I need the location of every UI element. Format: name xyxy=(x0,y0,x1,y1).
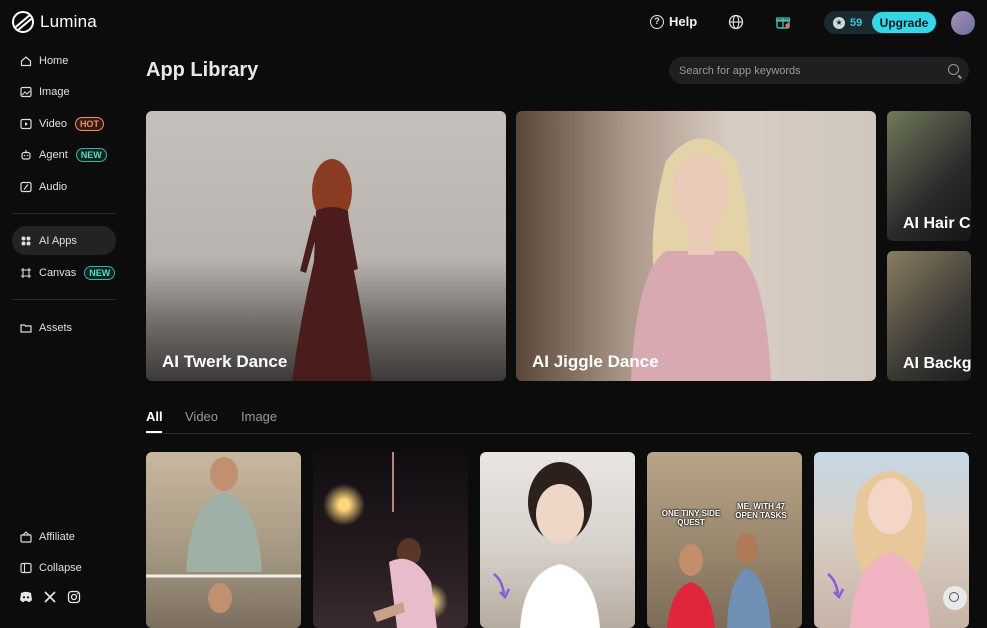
sidebar-item-label: AI Apps xyxy=(39,234,77,247)
sidebar-item-label: Home xyxy=(39,54,69,67)
credit-count: 59 xyxy=(850,16,863,29)
featured-card-hair-change[interactable]: AI Hair C xyxy=(887,111,971,241)
apps-icon xyxy=(20,235,32,247)
folder-icon xyxy=(20,322,32,334)
active-tab-indicator xyxy=(146,431,162,433)
sidebar-item-assets[interactable]: Assets xyxy=(12,313,116,342)
featured-card-jiggle-dance[interactable]: AI Jiggle Dance xyxy=(516,111,876,381)
x-icon[interactable] xyxy=(43,590,57,604)
search-input[interactable]: Search for app keywords xyxy=(669,57,969,84)
language-globe-icon[interactable] xyxy=(728,14,744,35)
new-badge: NEW xyxy=(75,147,107,162)
app-name: Lumina xyxy=(40,12,97,31)
sidebar-item-label: Collapse xyxy=(39,561,82,574)
new-badge: NEW xyxy=(84,265,116,280)
upgrade-button[interactable]: Upgrade xyxy=(872,12,936,33)
sidebar-divider xyxy=(12,213,116,214)
app-thumbnail[interactable]: ONE TINY SIDE QUEST ME, WITH 47 OPEN TAS… xyxy=(647,452,802,628)
hot-badge: HOT xyxy=(74,116,104,131)
sidebar-item-label: Agent xyxy=(39,148,68,161)
sidebar-item-affiliate[interactable]: Affiliate xyxy=(12,522,116,551)
tab-image[interactable]: Image xyxy=(241,409,277,424)
page-title: App Library xyxy=(146,59,259,81)
sidebar-item-agent[interactable]: Agent NEW xyxy=(12,140,116,169)
image-icon xyxy=(20,86,32,98)
agent-icon xyxy=(20,149,32,161)
card-title: AI Hair C xyxy=(903,215,971,232)
search-placeholder: Search for app keywords xyxy=(679,64,801,77)
canvas-icon xyxy=(20,267,32,279)
social-links xyxy=(19,590,81,604)
tab-video[interactable]: Video xyxy=(185,409,218,424)
sidebar-item-video[interactable]: Video HOT xyxy=(12,109,116,138)
user-avatar[interactable] xyxy=(951,11,975,35)
featured-card-background[interactable]: AI Backg xyxy=(887,251,971,381)
sidebar-item-image[interactable]: Image xyxy=(12,77,116,106)
collapse-icon xyxy=(20,562,32,574)
audio-icon xyxy=(20,181,32,193)
featured-card-twerk-dance[interactable]: AI Twerk Dance xyxy=(146,111,506,381)
video-icon xyxy=(20,118,32,130)
gift-icon[interactable] xyxy=(775,14,791,35)
main-content: App Library Search for app keywords AI T… xyxy=(130,45,987,628)
credit-coin-icon: ★ xyxy=(833,16,845,29)
tab-all[interactable]: All xyxy=(146,409,163,424)
thumbnail-image xyxy=(146,457,301,613)
category-tabs: All Video Image xyxy=(146,401,971,434)
thumbnail-image xyxy=(493,462,600,628)
sidebar-item-label: Audio xyxy=(39,180,68,193)
help-button[interactable]: ? Help xyxy=(650,14,697,29)
app-thumbnail[interactable] xyxy=(146,452,301,628)
search-icon[interactable] xyxy=(948,64,959,75)
affiliate-icon xyxy=(20,530,32,543)
card-title: AI Twerk Dance xyxy=(162,352,288,371)
help-label: Help xyxy=(669,14,698,29)
sidebar-item-home[interactable]: Home xyxy=(12,46,116,75)
sidebar-item-canvas[interactable]: Canvas NEW xyxy=(12,258,116,287)
app-thumbnail[interactable] xyxy=(313,452,468,628)
sidebar: Home Image Video HOT Agent NEW Audio AI … xyxy=(0,45,130,628)
app-logo[interactable]: Lumina xyxy=(12,11,97,33)
sidebar-item-label: Video xyxy=(39,117,67,130)
sidebar-item-label: Canvas xyxy=(39,266,77,279)
card-image xyxy=(631,138,771,381)
sidebar-divider xyxy=(12,299,116,300)
thumbnail-image xyxy=(667,533,771,628)
thumbnail-image xyxy=(373,452,437,628)
sidebar-item-label: Assets xyxy=(39,321,73,334)
card-image xyxy=(292,159,372,381)
card-title: AI Backg xyxy=(903,355,971,372)
chat-support-button[interactable] xyxy=(943,586,967,610)
instagram-icon[interactable] xyxy=(67,590,81,604)
top-bar: Lumina ? Help ★ 59 Upgrade xyxy=(0,0,987,45)
logo-icon xyxy=(12,11,34,33)
sidebar-item-label: Affiliate xyxy=(39,530,75,543)
discord-icon[interactable] xyxy=(19,590,33,604)
help-icon: ? xyxy=(650,14,664,29)
app-thumbnail[interactable] xyxy=(480,452,635,628)
home-icon xyxy=(20,55,32,67)
sidebar-item-audio[interactable]: Audio xyxy=(12,172,116,201)
sidebar-item-label: Image xyxy=(39,85,70,98)
collapse-button[interactable]: Collapse xyxy=(12,553,116,582)
sidebar-item-ai-apps[interactable]: AI Apps xyxy=(12,226,116,255)
card-title: AI Jiggle Dance xyxy=(532,352,659,371)
